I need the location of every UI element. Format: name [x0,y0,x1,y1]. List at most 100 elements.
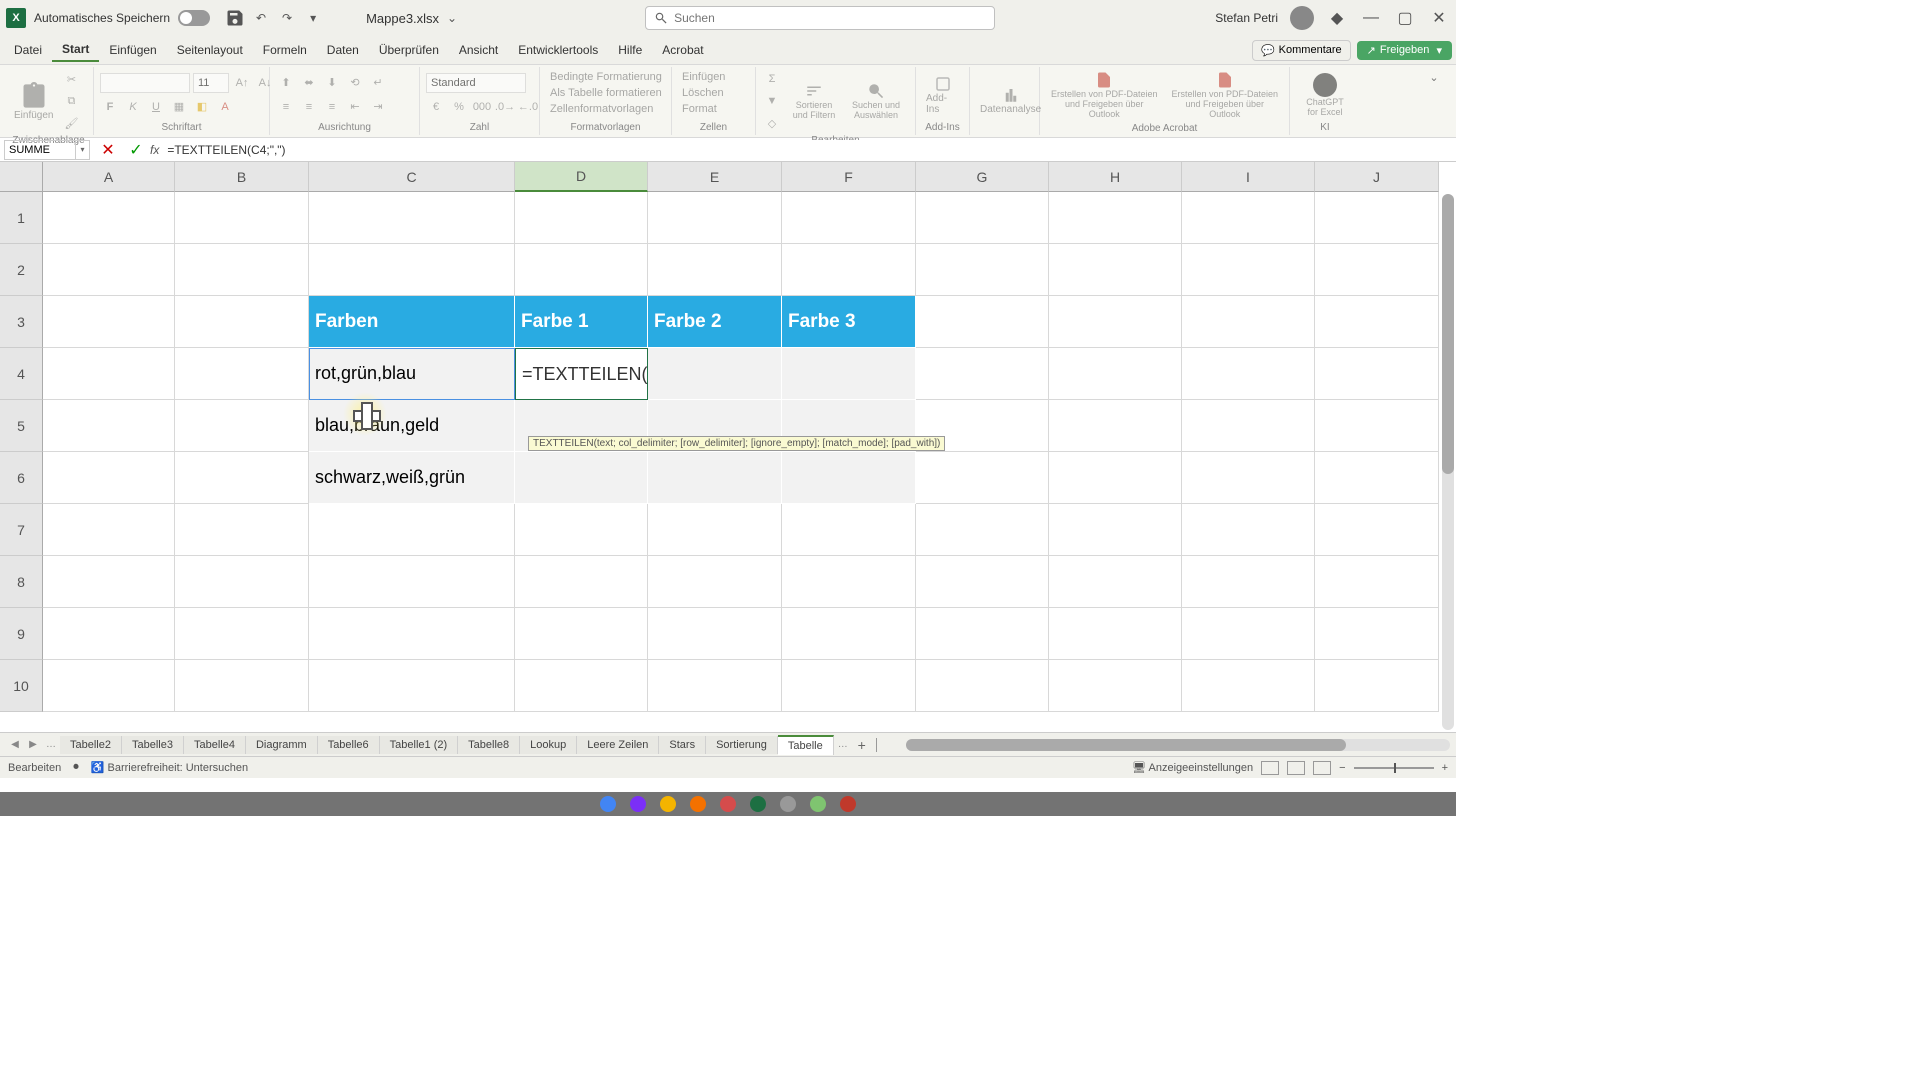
sheet-tab-leere-zeilen[interactable]: Leere Zeilen [577,736,659,754]
cell-j1[interactable] [1315,192,1439,244]
cell-g9[interactable] [916,608,1049,660]
share-button[interactable]: ↗Freigeben ▾ [1357,41,1452,60]
taskbar-app-icon[interactable] [780,796,796,812]
cell-f2[interactable] [782,244,916,296]
sheet-tabs-more[interactable]: … [834,736,852,754]
cell-e7[interactable] [648,504,782,556]
cell-a8[interactable] [43,556,175,608]
cell-g8[interactable] [916,556,1049,608]
taskbar-app-icon[interactable] [690,796,706,812]
cell-h2[interactable] [1049,244,1182,296]
cell-h3[interactable] [1049,296,1182,348]
formula-bar-input[interactable] [167,140,1456,160]
autosave-toggle[interactable] [178,10,210,26]
font-size-input[interactable] [193,73,229,93]
cell-e2[interactable] [648,244,782,296]
taskbar-app-icon[interactable] [840,796,856,812]
cell-a2[interactable] [43,244,175,296]
accessibility-status[interactable]: ♿ Barrierefreiheit: Untersuchen [91,761,248,774]
cell-b6[interactable] [175,452,309,504]
cell-e9[interactable] [648,608,782,660]
row-header-5[interactable]: 5 [0,400,43,452]
cell-c7[interactable] [309,504,515,556]
cell-f9[interactable] [782,608,916,660]
tab-formeln[interactable]: Formeln [253,39,317,61]
comments-button[interactable]: 💬Kommentare [1252,40,1351,61]
cell-h4[interactable] [1049,348,1182,400]
cell-g3[interactable] [916,296,1049,348]
col-header-g[interactable]: G [916,162,1049,192]
tab-entwicklertools[interactable]: Entwicklertools [508,39,608,61]
sheet-tab-diagramm[interactable]: Diagramm [246,736,318,754]
cell-h8[interactable] [1049,556,1182,608]
search-box[interactable] [645,6,995,30]
autosum-icon[interactable]: Σ [762,69,782,89]
cell-j4[interactable] [1315,348,1439,400]
format-as-table-button[interactable]: Als Tabelle formatieren [546,85,666,101]
sheet-tab-tabelle3[interactable]: Tabelle3 [122,736,184,754]
cell-g6[interactable] [916,452,1049,504]
cell-i10[interactable] [1182,660,1315,712]
cell-d3[interactable]: Farbe 1 [515,296,648,348]
cell-a7[interactable] [43,504,175,556]
horizontal-scroll-thumb[interactable] [906,739,1346,751]
cell-j5[interactable] [1315,400,1439,452]
cell-g7[interactable] [916,504,1049,556]
sheet-tab-lookup[interactable]: Lookup [520,736,577,754]
sheet-nav-prev[interactable]: ◀ [6,736,24,754]
row-header-8[interactable]: 8 [0,556,43,608]
cell-i5[interactable] [1182,400,1315,452]
cell-i2[interactable] [1182,244,1315,296]
cell-a5[interactable] [43,400,175,452]
col-header-h[interactable]: H [1049,162,1182,192]
copy-icon[interactable]: ⧉ [61,91,81,111]
premium-diamond-icon[interactable]: ◆ [1326,7,1348,29]
cell-e6[interactable] [648,452,782,504]
paste-button[interactable]: Einfügen [10,80,57,123]
sheet-tab-tabelle6[interactable]: Tabelle6 [318,736,380,754]
col-header-f[interactable]: F [782,162,916,192]
tab-splitter[interactable] [876,738,882,752]
macro-record-icon[interactable]: ⏺ [73,761,79,774]
align-center-icon[interactable]: ≡ [299,97,319,117]
cell-a9[interactable] [43,608,175,660]
fill-color-button[interactable]: ◧ [192,97,212,117]
cell-f7[interactable] [782,504,916,556]
cell-b5[interactable] [175,400,309,452]
cell-h1[interactable] [1049,192,1182,244]
percent-icon[interactable]: % [449,97,469,117]
conditional-formatting-button[interactable]: Bedingte Formatierung [546,69,666,85]
decrease-font-icon[interactable]: A↓ [255,73,275,93]
italic-button[interactable]: K [123,97,143,117]
cell-b10[interactable] [175,660,309,712]
cell-c4[interactable]: rot,grün,blau [309,348,515,400]
cell-g1[interactable] [916,192,1049,244]
cell-j6[interactable] [1315,452,1439,504]
sheet-tab-tabelle4[interactable]: Tabelle4 [184,736,246,754]
cell-a10[interactable] [43,660,175,712]
cell-d8[interactable] [515,556,648,608]
sheet-nav-next[interactable]: ▶ [24,736,42,754]
find-select-button[interactable]: Suchen und Auswählen [846,80,906,122]
cell-h7[interactable] [1049,504,1182,556]
increase-font-icon[interactable]: A↑ [232,73,252,93]
align-right-icon[interactable]: ≡ [322,97,342,117]
row-header-7[interactable]: 7 [0,504,43,556]
cell-c5[interactable]: blau,braun,geld [309,400,515,452]
vertical-scrollbar[interactable] [1442,194,1454,730]
row-header-4[interactable]: 4 [0,348,43,400]
format-painter-icon[interactable]: 🖌 [61,113,81,133]
cell-g4[interactable] [916,348,1049,400]
taskbar-app-icon[interactable] [810,796,826,812]
addins-button[interactable]: Add-Ins [922,73,963,117]
col-header-c[interactable]: C [309,162,515,192]
currency-icon[interactable]: € [426,97,446,117]
name-box[interactable]: SUMME [4,140,76,160]
cell-d9[interactable] [515,608,648,660]
cell-d2[interactable] [515,244,648,296]
redo-icon[interactable]: ↷ [277,8,297,28]
row-header-10[interactable]: 10 [0,660,43,712]
cell-d1[interactable] [515,192,648,244]
cells-delete-button[interactable]: Löschen [678,85,728,101]
taskbar-app-icon[interactable] [720,796,736,812]
